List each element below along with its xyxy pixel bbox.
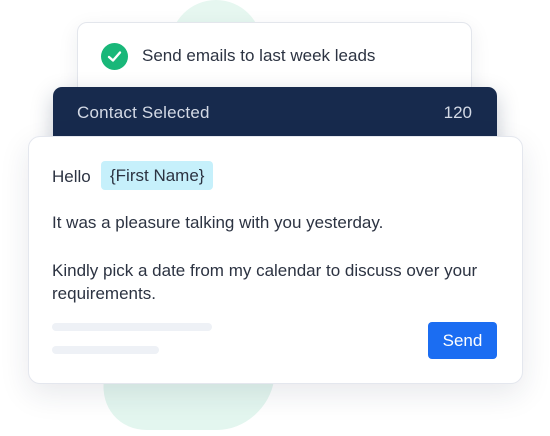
task-label: Send emails to last week leads bbox=[142, 46, 376, 65]
contact-count: 120 bbox=[443, 103, 472, 122]
first-name-merge-tag[interactable]: {First Name} bbox=[101, 161, 214, 190]
greeting-text: Hello bbox=[52, 167, 91, 186]
email-body-paragraph: Kindly pick a date from my calendar to d… bbox=[52, 261, 478, 303]
placeholder-line bbox=[52, 346, 159, 354]
placeholder-line bbox=[52, 323, 212, 331]
contact-selected-label: Contact Selected bbox=[77, 103, 210, 122]
send-button[interactable]: Send bbox=[428, 322, 497, 359]
email-campaign-illustration: Send emails to last week leads Contact S… bbox=[0, 0, 550, 436]
email-composer-card: Hello {First Name} It was a pleasure tal… bbox=[28, 136, 523, 384]
check-circle-icon bbox=[101, 43, 128, 70]
email-body-line: It was a pleasure talking with you yeste… bbox=[52, 213, 384, 232]
